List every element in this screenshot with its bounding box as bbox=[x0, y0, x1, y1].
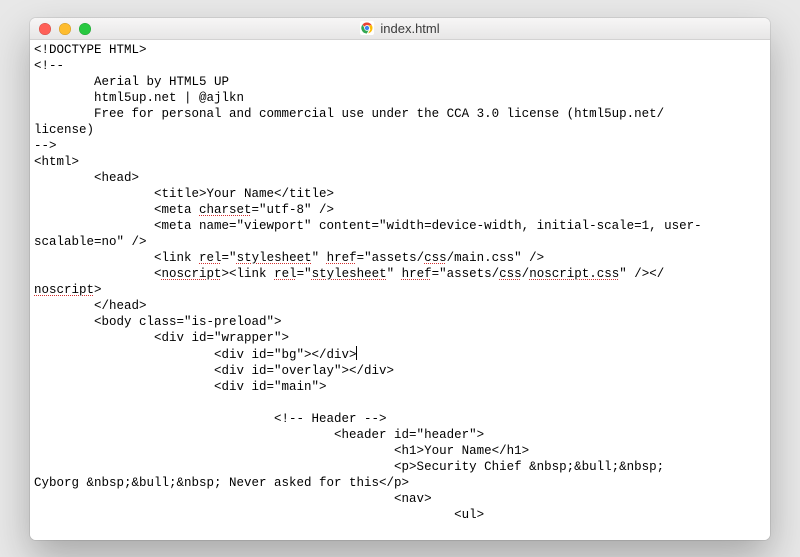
code-line: <div id="wrapper"> bbox=[34, 331, 289, 345]
spell-underline: noscript bbox=[162, 267, 222, 281]
chrome-icon bbox=[360, 21, 374, 35]
code-line: /main.css" /> bbox=[447, 251, 545, 265]
spell-underline: stylesheet bbox=[312, 267, 387, 281]
code-line: =" bbox=[297, 267, 312, 281]
code-line: > bbox=[94, 283, 102, 297]
code-line: <div id="main"> bbox=[34, 380, 327, 394]
code-line: ="utf-8" /> bbox=[252, 203, 335, 217]
code-line: < bbox=[34, 267, 162, 281]
code-line: <div id="bg"></div> bbox=[34, 348, 357, 362]
code-line: <head> bbox=[34, 171, 139, 185]
spell-underline: css bbox=[499, 267, 522, 281]
code-line: ="assets/ bbox=[357, 251, 425, 265]
spell-underline: rel bbox=[274, 267, 297, 281]
code-line: <h1>Your Name</h1> bbox=[34, 444, 529, 458]
maximize-icon[interactable] bbox=[79, 23, 91, 35]
code-line: Cyborg &nbsp;&bull;&nbsp; Never asked fo… bbox=[34, 476, 409, 490]
code-line: Aerial by HTML5 UP bbox=[34, 75, 229, 89]
code-line: <title>Your Name</title> bbox=[34, 187, 334, 201]
editor-window: index.html <!DOCTYPE HTML> <!-- Aerial b… bbox=[30, 18, 770, 540]
spell-underline: noscript bbox=[34, 283, 94, 297]
code-line: <html> bbox=[34, 155, 79, 169]
code-line: Free for personal and commercial use und… bbox=[34, 107, 664, 121]
spell-underline: rel bbox=[199, 251, 222, 265]
code-line: ="assets/ bbox=[432, 267, 500, 281]
code-line: <ul> bbox=[34, 508, 484, 522]
traffic-lights bbox=[39, 23, 91, 35]
spell-underline: css bbox=[424, 251, 447, 265]
spell-underline: charset bbox=[199, 203, 252, 217]
spell-underline: stylesheet bbox=[237, 251, 312, 265]
code-line: <body class="is-preload"> bbox=[34, 315, 282, 329]
code-line: --> bbox=[34, 139, 57, 153]
spell-underline: href bbox=[327, 251, 357, 265]
code-line: <link bbox=[34, 251, 199, 265]
minimize-icon[interactable] bbox=[59, 23, 71, 35]
code-line: <!-- bbox=[34, 59, 64, 73]
code-line: =" bbox=[222, 251, 237, 265]
code-line: " bbox=[387, 267, 402, 281]
code-line: <nav> bbox=[34, 492, 432, 506]
code-line: <!-- Header --> bbox=[34, 412, 387, 426]
spell-underline: href bbox=[402, 267, 432, 281]
window-title: index.html bbox=[380, 21, 439, 36]
code-line: </head> bbox=[34, 299, 147, 313]
code-line: <p>Security Chief &nbsp;&bull;&nbsp; bbox=[34, 460, 672, 474]
code-line: " bbox=[312, 251, 327, 265]
code-line: <header id="header"> bbox=[34, 428, 484, 442]
code-line: license) bbox=[34, 123, 94, 137]
text-caret bbox=[356, 346, 357, 360]
code-line: <div id="overlay"></div> bbox=[34, 364, 394, 378]
code-line: <meta bbox=[34, 203, 199, 217]
code-line: html5up.net | @ajlkn bbox=[34, 91, 244, 105]
titlebar: index.html bbox=[30, 18, 770, 40]
code-line: <meta name="viewport" content="width=dev… bbox=[34, 219, 702, 233]
title-wrap: index.html bbox=[360, 21, 439, 36]
code-line: ><link bbox=[222, 267, 275, 281]
close-icon[interactable] bbox=[39, 23, 51, 35]
code-line: " /></ bbox=[619, 267, 664, 281]
spell-underline: noscript.css bbox=[529, 267, 619, 281]
code-line: <!DOCTYPE HTML> bbox=[34, 43, 147, 57]
code-line: scalable=no" /> bbox=[34, 235, 147, 249]
code-area[interactable]: <!DOCTYPE HTML> <!-- Aerial by HTML5 UP … bbox=[30, 40, 770, 540]
